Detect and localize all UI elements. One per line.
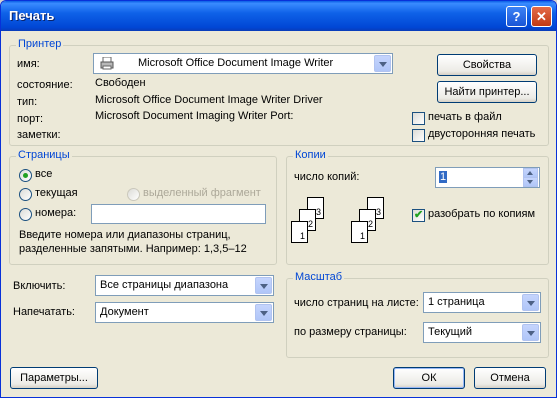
copies-count-label: число копий: — [294, 171, 360, 183]
duplex-label[interactable]: двусторонняя печать — [428, 128, 535, 140]
zoom-group: Масштаб число страниц на листе: 1 страни… — [286, 271, 549, 358]
copies-down-icon[interactable] — [523, 177, 538, 187]
chevron-down-icon[interactable] — [522, 294, 539, 311]
printer-name-select[interactable]: Microsoft Office Document Image Writer — [93, 53, 393, 74]
pages-numbers-input[interactable] — [91, 204, 266, 224]
printer-notes-label: заметки: — [17, 129, 61, 141]
pages-current-label[interactable]: текущая — [35, 187, 78, 199]
printer-legend: Принтер — [16, 38, 64, 50]
close-icon: ✕ — [536, 9, 547, 24]
help-icon: ? — [512, 9, 521, 24]
cancel-button[interactable]: Отмена — [474, 367, 546, 389]
duplex-checkbox[interactable] — [412, 129, 425, 142]
include-value: Все страницы диапазона — [100, 279, 229, 291]
properties-button[interactable]: Свойства — [437, 54, 537, 76]
pages-current-radio[interactable] — [19, 188, 32, 201]
print-what-select[interactable]: Документ — [95, 302, 274, 323]
collate-label[interactable]: разобрать по копиям — [428, 208, 535, 220]
pages-all-radio[interactable] — [19, 169, 32, 182]
print-dialog: Печать ? ✕ Принтер имя: Microsoft Office… — [0, 0, 557, 398]
print-what-value: Документ — [100, 306, 149, 318]
printer-type-label: тип: — [17, 96, 38, 108]
collate-page-1a: 1 — [291, 221, 308, 243]
close-button[interactable]: ✕ — [531, 6, 552, 27]
chevron-down-icon[interactable] — [255, 304, 272, 321]
printer-status-label: состояние: — [17, 79, 73, 91]
help-button[interactable]: ? — [506, 6, 527, 27]
printer-status-value: Свободен — [95, 77, 146, 89]
pages-per-sheet-value: 1 страница — [428, 296, 485, 308]
copies-group: Копии число копий: 1 3 2 1 3 2 1 разобра… — [286, 149, 549, 265]
title-bar[interactable]: Печать ? ✕ — [1, 1, 556, 31]
printer-icon — [100, 56, 114, 70]
include-label: Включить: — [13, 280, 66, 292]
printer-name-label: имя: — [17, 58, 40, 70]
printer-group: Принтер имя: Microsoft Office Document I… — [9, 38, 549, 146]
pages-group: Страницы все текущая выделенный фрагмент… — [9, 149, 277, 265]
chevron-down-icon[interactable] — [255, 277, 272, 294]
scale-value: Текущий — [428, 326, 472, 338]
printer-port-label: порт: — [17, 113, 44, 125]
window-title: Печать — [9, 8, 55, 23]
pages-numbers-radio[interactable] — [19, 208, 32, 221]
zoom-legend: Масштаб — [293, 271, 345, 283]
collate-page-1b: 1 — [351, 221, 368, 243]
chevron-down-icon[interactable] — [522, 324, 539, 341]
pages-numbers-label[interactable]: номера: — [35, 207, 76, 219]
pages-selection-radio[interactable] — [127, 188, 140, 201]
copies-count-value: 1 — [439, 171, 448, 183]
print-to-file-checkbox[interactable] — [412, 112, 425, 125]
printer-port-value: Microsoft Document Imaging Writer Port: — [95, 110, 294, 122]
pages-per-sheet-label: число страниц на листе: — [294, 297, 419, 309]
chevron-down-icon[interactable] — [374, 55, 391, 72]
find-printer-button[interactable]: Найти принтер... — [437, 81, 537, 103]
pages-hint: Введите номера или диапазоны страниц, ра… — [19, 229, 247, 255]
printer-type-value: Microsoft Office Document Image Writer D… — [95, 94, 323, 106]
scale-label: по размеру страницы: — [294, 326, 407, 338]
print-what-label: Напечатать: — [13, 306, 75, 318]
include-select[interactable]: Все страницы диапазона — [95, 275, 274, 296]
copies-legend: Копии — [293, 149, 328, 161]
copies-count-input[interactable]: 1 — [435, 167, 540, 188]
pages-legend: Страницы — [16, 149, 72, 161]
pages-all-label[interactable]: все — [35, 168, 52, 180]
collate-checkbox[interactable] — [412, 208, 425, 222]
options-button[interactable]: Параметры... — [10, 367, 98, 389]
ok-button[interactable]: ОК — [393, 367, 465, 389]
pages-selection-label[interactable]: выделенный фрагмент — [143, 187, 261, 199]
print-to-file-label[interactable]: печать в файл — [428, 111, 502, 123]
scale-select[interactable]: Текущий — [423, 322, 541, 343]
pages-per-sheet-select[interactable]: 1 страница — [423, 292, 541, 313]
printer-name-value: Microsoft Office Document Image Writer — [138, 57, 334, 69]
collate-illustration: 3 2 1 3 2 1 — [291, 197, 411, 259]
